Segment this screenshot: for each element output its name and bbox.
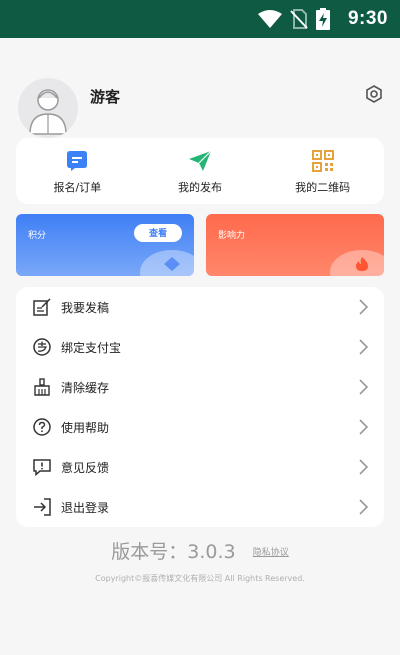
view-points-button[interactable]: 查看	[134, 224, 182, 242]
version-row: 版本号：3.0.3 隐私协议	[0, 537, 400, 564]
chevron-right-icon	[358, 419, 369, 435]
chevron-right-icon	[358, 499, 369, 515]
chevron-right-icon	[358, 339, 369, 355]
quick-action-qr-code[interactable]: 我的二维码	[261, 138, 384, 204]
menu-item-label: 使用帮助	[61, 420, 110, 435]
quick-actions: 报名/订单 我的发布 我的二维码	[16, 138, 384, 204]
menu-item-label: 意见反馈	[61, 460, 110, 475]
menu-item-label: 退出登录	[61, 500, 110, 515]
points-card-title: 积分	[28, 231, 47, 241]
menu-item-submit-article[interactable]: 我要发稿	[16, 287, 384, 327]
menu-item-bind-alipay[interactable]: 绑定支付宝	[16, 327, 384, 367]
battery-charging-icon	[316, 8, 330, 34]
quick-action-label: 我的二维码	[295, 181, 351, 194]
clock: 9:30	[347, 8, 388, 29]
chevron-right-icon	[358, 459, 369, 475]
influence-card-title: 影响力	[218, 231, 246, 241]
gear-icon[interactable]	[364, 84, 384, 104]
paper-plane-icon	[187, 148, 213, 174]
menu-item-label: 绑定支付宝	[61, 340, 122, 355]
menu-item-label: 清除缓存	[61, 380, 110, 395]
quick-action-label: 报名/订单	[53, 181, 102, 194]
username: 游客	[90, 88, 121, 106]
feedback-icon	[33, 458, 51, 476]
menu-item-label: 我要发稿	[61, 300, 110, 315]
wifi-icon	[258, 10, 282, 32]
alipay-icon	[33, 338, 51, 356]
settings-menu: 我要发稿 绑定支付宝 清除缓存 使用帮助 意见反馈 退出登录	[16, 287, 384, 527]
status-icons	[258, 8, 330, 34]
avatar[interactable]	[18, 78, 78, 138]
logout-icon	[33, 498, 51, 516]
menu-item-clear-cache[interactable]: 清除缓存	[16, 367, 384, 407]
copyright: Copyright©报喜传媒文化有限公司 All Rights Reserved…	[95, 574, 305, 583]
quick-action-my-posts[interactable]: 我的发布	[139, 138, 262, 204]
no-sim-icon	[290, 9, 308, 33]
privacy-policy-link[interactable]: 隐私协议	[253, 548, 289, 558]
chevron-right-icon	[358, 299, 369, 315]
menu-item-logout[interactable]: 退出登录	[16, 487, 384, 527]
menu-item-feedback[interactable]: 意见反馈	[16, 447, 384, 487]
points-card[interactable]: 积分 查看	[16, 214, 194, 276]
menu-item-help[interactable]: 使用帮助	[16, 407, 384, 447]
question-icon	[33, 418, 51, 436]
chevron-right-icon	[358, 379, 369, 395]
quick-action-orders[interactable]: 报名/订单	[16, 138, 139, 204]
flame-icon	[354, 256, 370, 271]
edit-note-icon	[33, 298, 51, 316]
diamond-icon	[164, 256, 180, 271]
version-number: 版本号：3.0.3	[111, 541, 236, 563]
profile-header: 游客	[18, 78, 388, 138]
quick-action-label: 我的发布	[178, 181, 222, 194]
qr-code-icon	[310, 148, 336, 174]
broom-icon	[33, 378, 51, 396]
influence-card[interactable]: 影响力	[206, 214, 384, 276]
status-bar: 9:30	[0, 0, 400, 38]
order-icon	[64, 148, 90, 174]
